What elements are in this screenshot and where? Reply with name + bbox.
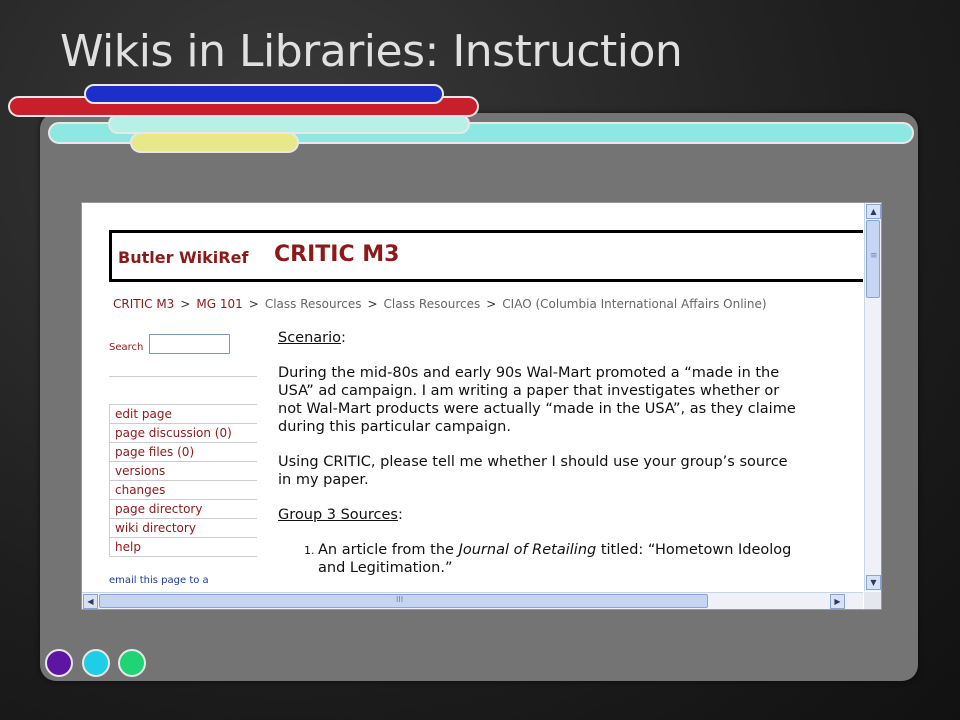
- sidebar-divider: [109, 376, 257, 377]
- search-label: Search: [109, 342, 144, 353]
- scrollbar-corner: [864, 592, 881, 609]
- decor-circle-purple: [45, 649, 73, 677]
- source-suffix: titled: “Hometown Ideolog: [596, 542, 792, 558]
- sources-colon: :: [397, 507, 403, 523]
- sidebar-item-help[interactable]: help: [109, 538, 257, 557]
- source-line2: and Legitimation.”: [318, 560, 453, 576]
- sidebar-item-page-directory[interactable]: page directory: [109, 500, 257, 519]
- vertical-scrollbar[interactable]: ▲ ≡ ▼: [864, 203, 881, 591]
- wiki-page: Butler WikiRef CRITIC M3 CRITIC M3 > MG 10…: [82, 203, 863, 591]
- paragraph-line: in my paper.: [278, 472, 369, 488]
- breadcrumb-item[interactable]: CRITIC M3: [113, 297, 174, 311]
- decor-bar-yellow: [130, 132, 299, 153]
- request-paragraph: Using CRITIC, please tell me whether I s…: [278, 453, 863, 489]
- sidebar-item-changes[interactable]: changes: [109, 481, 257, 500]
- vertical-scroll-thumb[interactable]: ≡: [866, 220, 880, 298]
- wiki-title[interactable]: CRITIC M3: [274, 242, 399, 267]
- paragraph-line: not Wal-Mart products were actually “mad…: [278, 401, 796, 417]
- decor-circle-cyan: [82, 649, 110, 677]
- search-input[interactable]: [149, 334, 230, 354]
- breadcrumb-separator: >: [367, 297, 378, 311]
- decor-circle-green: [118, 649, 146, 677]
- sidebar-item-page-discussion[interactable]: page discussion (0): [109, 424, 257, 443]
- sources-heading-line: Group 3 Sources:: [278, 506, 863, 524]
- list-item: An article from the Journal of Retailing…: [318, 541, 863, 577]
- scroll-up-icon[interactable]: ▲: [866, 204, 881, 219]
- sidebar-item-page-files[interactable]: page files (0): [109, 443, 257, 462]
- paragraph-line: Using CRITIC, please tell me whether I s…: [278, 454, 788, 470]
- sources-list: An article from the Journal of Retailing…: [278, 541, 863, 577]
- grip-icon: ≡: [870, 251, 878, 261]
- paragraph-line: during this particular campaign.: [278, 419, 511, 435]
- decor-bar-pale: [108, 114, 470, 134]
- scroll-down-icon[interactable]: ▼: [866, 575, 881, 590]
- paragraph-line: USA” ad campaign. I am writing a paper t…: [278, 383, 780, 399]
- breadcrumb-item[interactable]: Class Resources: [265, 297, 362, 311]
- paragraph-line: During the mid-80s and early 90s Wal-Mar…: [278, 365, 780, 381]
- sidebar-item-versions[interactable]: versions: [109, 462, 257, 481]
- sidebar-menu: edit page page discussion (0) page files…: [109, 404, 257, 557]
- scroll-left-icon[interactable]: ◀: [83, 594, 98, 609]
- breadcrumb: CRITIC M3 > MG 101 > Class Resources > Class R…: [113, 297, 767, 311]
- horizontal-scroll-thumb[interactable]: III: [99, 594, 708, 608]
- breadcrumb-separator: >: [486, 297, 497, 311]
- scenario-paragraph: During the mid-80s and early 90s Wal-Mar…: [278, 364, 863, 436]
- sidebar-item-edit-page[interactable]: edit page: [109, 405, 257, 424]
- scenario-colon: :: [341, 330, 346, 346]
- sidebar-item-wiki-directory[interactable]: wiki directory: [109, 519, 257, 538]
- breadcrumb-item[interactable]: MG 101: [196, 297, 242, 311]
- sources-heading: Group 3 Sources: [278, 507, 398, 523]
- slide-title: Wikis in Libraries: Instruction: [60, 26, 683, 77]
- scenario-heading-line: Scenario:: [278, 329, 863, 347]
- browser-screenshot: Butler WikiRef CRITIC M3 CRITIC M3 > MG 10…: [81, 202, 882, 610]
- source-journal: Journal of Retailing: [458, 542, 597, 558]
- wiki-brand[interactable]: Butler WikiRef: [118, 248, 248, 267]
- main-content: Scenario: During the mid-80s and early 9…: [278, 329, 863, 577]
- decor-bar-blue: [84, 84, 444, 104]
- breadcrumb-separator: >: [248, 297, 259, 311]
- wiki-header: Butler WikiRef CRITIC M3: [109, 230, 863, 282]
- scroll-right-icon[interactable]: ▶: [830, 594, 845, 609]
- grip-icon: III: [396, 595, 404, 604]
- source-prefix: An article from the: [318, 542, 459, 558]
- breadcrumb-item[interactable]: Class Resources: [384, 297, 481, 311]
- breadcrumb-item[interactable]: CIAO (Columbia International Affairs Onl…: [502, 297, 766, 311]
- breadcrumb-separator: >: [180, 297, 191, 311]
- scenario-heading: Scenario: [278, 330, 342, 346]
- horizontal-scrollbar[interactable]: ◀ III ▶: [82, 592, 863, 609]
- email-page-link[interactable]: email this page to a: [109, 575, 209, 586]
